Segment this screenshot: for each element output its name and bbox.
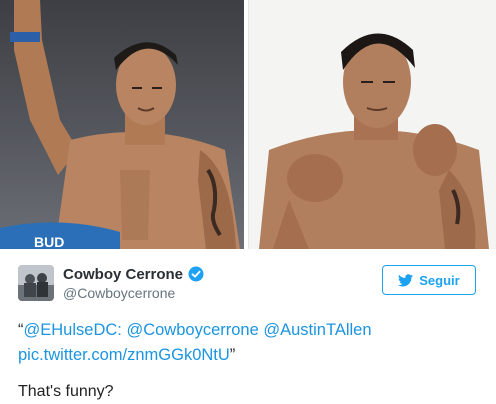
pic-link[interactable]: pic.twitter.com/znmGGk0NtU (18, 346, 230, 364)
caption-text: That's funny? (18, 383, 114, 400)
follow-button[interactable]: Seguir (382, 265, 476, 295)
verified-badge-icon (188, 266, 204, 282)
close-quote: ” (229, 346, 236, 364)
follow-button-label: Seguir (419, 272, 460, 288)
fighter-right-illustration (259, 33, 489, 249)
twitter-bird-icon (398, 273, 414, 287)
mention-ehulsedc[interactable]: @EHulseDC (24, 321, 118, 339)
mention-cowboycerrone[interactable]: @Cowboycerrone (126, 321, 258, 339)
embedded-photos: BUD (0, 0, 496, 249)
avatar-image (18, 265, 54, 301)
tweet-author: Cowboy Cerrone @Cowboycerrone (18, 264, 204, 301)
display-name[interactable]: Cowboy Cerrone (63, 266, 183, 283)
avatar[interactable] (18, 265, 54, 301)
fighter-photo-left[interactable]: BUD (0, 0, 244, 249)
name-row: Cowboy Cerrone (63, 264, 204, 284)
fighter-left-illustration: BUD (0, 0, 240, 249)
banner-text: BUD (34, 234, 64, 249)
fighter-photo-right[interactable] (248, 0, 496, 249)
author-handle[interactable]: @Cowboycerrone (63, 285, 204, 301)
tweet-text: “@EHulseDC: @Cowboycerrone @AustinTAllen… (18, 318, 478, 368)
author-names: Cowboy Cerrone @Cowboycerrone (63, 264, 204, 301)
mention-austintallen[interactable]: @AustinTAllen (263, 321, 371, 339)
